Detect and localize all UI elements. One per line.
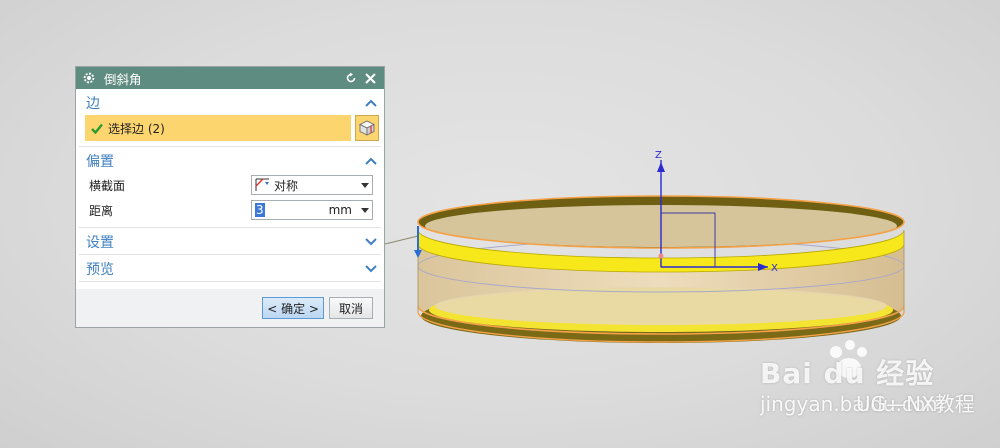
dialog-title: 倒斜角 [104, 71, 142, 87]
edge-section-label: 边 [86, 96, 100, 112]
settings-section-label: 设置 [86, 235, 114, 251]
z-axis-label: Z [655, 150, 662, 161]
dropdown-arrow-icon [361, 207, 369, 213]
offset-handle[interactable] [384, 226, 422, 258]
cancel-button[interactable]: 取消 [329, 297, 373, 319]
edge-picker-button[interactable] [355, 115, 379, 141]
dropdown-arrow-icon [361, 182, 369, 188]
edge-section: 边 选择边 (2) [79, 91, 381, 147]
reset-button[interactable] [343, 70, 359, 86]
distance-unit: mm [328, 203, 352, 217]
settings-section-header[interactable]: 设置 [79, 230, 381, 254]
checkmark-icon [91, 123, 103, 134]
close-button[interactable] [362, 70, 378, 86]
cube-icon [359, 120, 375, 136]
preview-section-header[interactable]: 预览 [79, 257, 381, 281]
dialog-titlebar[interactable]: 倒斜角 [76, 67, 384, 89]
offset-section: 偏置 横截面 对称 距离 3 mm [79, 149, 381, 228]
watermark-brand: Bai du 经验 [760, 357, 935, 390]
chevron-down-icon [365, 265, 377, 273]
dialog-footer: < 确定 > 取消 [76, 289, 384, 327]
cross-section-label: 横截面 [89, 178, 126, 193]
edge-section-header[interactable]: 边 [79, 91, 381, 115]
reset-icon [346, 72, 356, 83]
chamfer-dialog: 倒斜角 边 选择边 (2) 偏置 横截面 对称 距离 3 mm 设置 预览 < … [75, 66, 385, 328]
chevron-down-icon [365, 238, 377, 246]
preview-section: 预览 [79, 257, 381, 282]
distance-value[interactable]: 3 [255, 203, 265, 217]
offset-section-header[interactable]: 偏置 [79, 149, 381, 173]
chevron-up-icon [365, 99, 377, 107]
cross-section-value: 对称 [274, 178, 299, 193]
select-edge-label: 选择边 (2) [108, 121, 165, 136]
x-axis-label: X [771, 263, 778, 274]
select-edge-field[interactable]: 选择边 (2) [85, 115, 351, 141]
gear-icon [83, 72, 95, 84]
offset-section-label: 偏置 [86, 154, 114, 170]
preview-section-label: 预览 [86, 262, 114, 278]
cross-section-dropdown[interactable]: 对称 [251, 175, 373, 195]
close-icon [364, 72, 376, 84]
chevron-up-icon [365, 157, 377, 165]
cross-section-icon [255, 178, 269, 191]
distance-label: 距离 [89, 203, 114, 218]
distance-input[interactable]: 3 mm [251, 200, 373, 220]
ok-button[interactable]: < 确定 > [262, 297, 324, 319]
watermark-channel: UG—NX教程 [856, 392, 975, 416]
settings-section: 设置 [79, 230, 381, 255]
